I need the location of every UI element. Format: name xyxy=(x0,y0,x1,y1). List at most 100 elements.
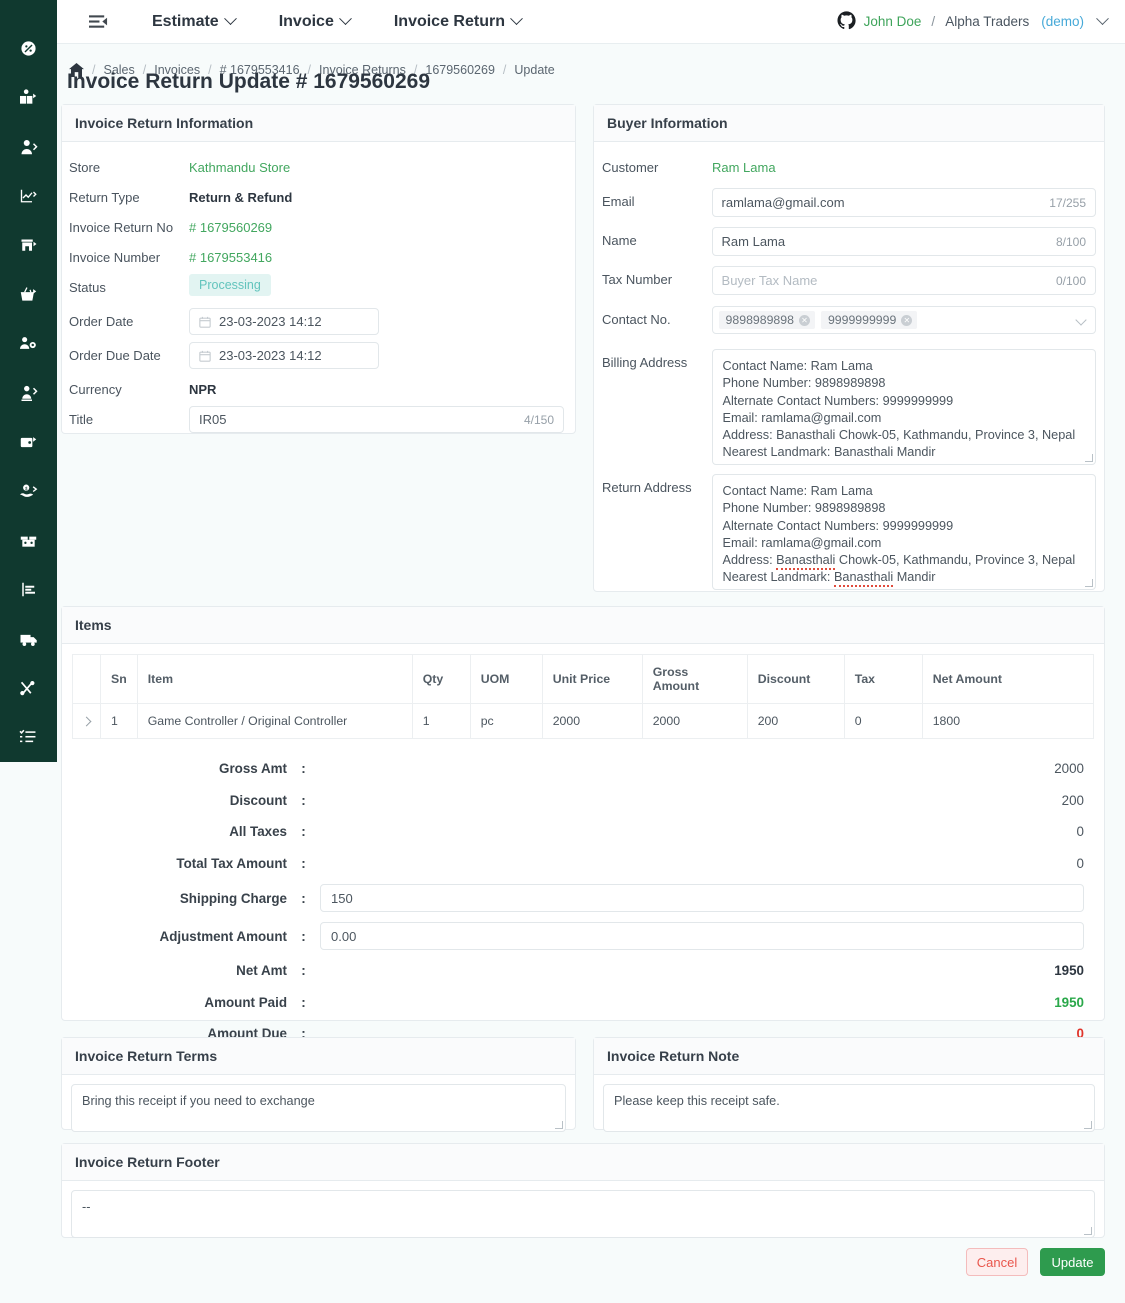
totals-label: Discount xyxy=(229,792,287,808)
sidebar-item-delivery[interactable] xyxy=(0,614,57,663)
delivery-truck-icon xyxy=(19,631,39,648)
chevron-down-icon[interactable] xyxy=(1075,314,1087,326)
email-counter: 17/255 xyxy=(1049,195,1086,210)
sidebar-item-wallet[interactable] xyxy=(0,418,57,467)
order-date-input[interactable]: 23-03-2023 14:12 xyxy=(189,308,379,335)
totals-row-discount: Discount : 200 xyxy=(72,785,1094,817)
totals-colon: : xyxy=(301,824,306,840)
totals-label: Gross Amt xyxy=(219,761,287,777)
totals-colon: : xyxy=(301,963,306,979)
order-due-date-value: 23-03-2023 14:12 xyxy=(219,348,322,363)
name-label: Name xyxy=(602,233,637,248)
nav-estimate[interactable]: Estimate xyxy=(152,12,237,31)
totals-label: Net Amt xyxy=(236,963,287,979)
analytics-icon xyxy=(20,188,38,205)
customer-icon xyxy=(20,139,38,156)
totals-row-amount-paid: Amount Paid : 1950 xyxy=(72,987,1094,1019)
sidebar-item-tasks[interactable] xyxy=(0,713,57,762)
row-gross-amount: 2000 xyxy=(641,703,748,739)
totals-row-adjustment-amount: Adjustment Amount : 0.00 xyxy=(72,917,1094,955)
totals-colon: : xyxy=(301,994,306,1010)
field-customer: Customer Ram Lama xyxy=(602,154,1096,184)
items-card: Items Sn Item Qty UOM Unit Price Gross A… xyxy=(61,606,1105,1041)
action-buttons: Cancel Update xyxy=(966,1248,1105,1276)
sidebar-item-reports[interactable] xyxy=(0,565,57,614)
items-heading: Items xyxy=(62,607,1104,644)
tax-number-placeholder: Buyer Tax Name xyxy=(721,273,818,288)
breadcrumb-separator: / xyxy=(502,63,507,77)
shipping-charge-input[interactable]: 150 xyxy=(320,884,1084,912)
title-input[interactable]: IR05 4/150 xyxy=(189,406,564,433)
order-due-date-input[interactable]: 23-03-2023 14:12 xyxy=(189,342,379,369)
contact-tag[interactable]: 9898989898 ✕ xyxy=(718,311,815,329)
page-title: Invoice Return Update # 1679560269 xyxy=(67,70,431,93)
invoice-return-terms-textarea[interactable]: Bring this receipt if you need to exchan… xyxy=(71,1084,566,1132)
breadcrumb-item-update[interactable]: Update xyxy=(514,63,554,77)
cancel-button[interactable]: Cancel xyxy=(966,1248,1028,1276)
name-input[interactable]: Ram Lama 8/100 xyxy=(711,227,1096,256)
sidebar-item-customers[interactable] xyxy=(0,122,57,171)
close-icon[interactable]: ✕ xyxy=(901,314,913,326)
invoice-return-no-value[interactable]: # 1679560269 xyxy=(189,214,272,235)
sidebar-item-inventory[interactable] xyxy=(0,516,57,565)
field-status: Status Processing xyxy=(69,274,566,308)
field-billing-address: Billing Address Contact Name: Ram Lama P… xyxy=(602,349,1096,465)
catalog-icon xyxy=(19,89,38,106)
sidebar-item-catalog[interactable] xyxy=(0,73,57,122)
sidebar-item-dashboard[interactable] xyxy=(0,24,57,73)
contact-tag-label: 9898989898 xyxy=(725,313,794,327)
invoice-return-note-textarea[interactable]: Please keep this receipt safe. xyxy=(603,1084,1095,1132)
menu-fold-icon[interactable] xyxy=(89,14,108,30)
user-menu[interactable]: John Doe / Alpha Traders (demo) xyxy=(837,10,1109,33)
invoice-number-value[interactable]: # 1679553416 xyxy=(189,244,272,265)
breadcrumb-item-return-id[interactable]: 1679560269 xyxy=(425,63,495,77)
sidebar: $ xyxy=(0,0,57,762)
billing-address-textarea[interactable]: Contact Name: Ram Lama Phone Number: 989… xyxy=(711,349,1096,465)
github-avatar-icon xyxy=(837,10,856,33)
return-type-label: Return Type xyxy=(69,190,140,205)
field-order-due-date: Order Due Date 23-03-2023 14:12 xyxy=(69,342,566,376)
totals-value: 0 xyxy=(1076,855,1084,871)
nav-invoice-return[interactable]: Invoice Return xyxy=(393,12,523,31)
update-button[interactable]: Update xyxy=(1040,1248,1105,1276)
totals-colon: : xyxy=(301,792,306,808)
sidebar-item-employees[interactable] xyxy=(0,368,57,417)
totals-row-gross-amt: Gross Amt : 2000 xyxy=(72,753,1094,785)
demo-tag: (demo) xyxy=(1041,14,1084,29)
nav-invoice[interactable]: Invoice xyxy=(279,12,352,31)
nav-estimate-label: Estimate xyxy=(152,12,219,30)
totals-value: 200 xyxy=(1061,792,1084,808)
row-qty: 1 xyxy=(411,703,471,739)
return-address-textarea[interactable]: Contact Name: Ram Lama Phone Number: 989… xyxy=(711,474,1096,590)
sidebar-item-orders[interactable] xyxy=(0,270,57,319)
chevron-down-icon xyxy=(1096,12,1109,26)
col-tax: Tax xyxy=(843,654,923,704)
tax-number-input[interactable]: Buyer Tax Name 0/100 xyxy=(711,266,1096,295)
contact-tag-label: 9999999999 xyxy=(827,313,897,327)
invoice-return-information-card: Invoice Return Information Store Kathman… xyxy=(61,104,576,434)
sidebar-item-tools[interactable] xyxy=(0,664,57,713)
nav-invoice-return-label: Invoice Return xyxy=(393,12,505,30)
invoice-number-label: Invoice Number xyxy=(69,250,161,265)
store-value[interactable]: Kathmandu Store xyxy=(189,154,290,175)
field-store: Store Kathmandu Store xyxy=(69,154,566,184)
chevron-right-icon[interactable] xyxy=(81,716,92,727)
col-qty: Qty xyxy=(411,654,471,704)
contact-no-select[interactable]: 9898989898 ✕ 9999999999 ✕ xyxy=(711,306,1096,334)
tax-number-label: Tax Number xyxy=(602,272,673,287)
row-expander-cell[interactable] xyxy=(72,703,101,739)
adjustment-amount-input[interactable]: 0.00 xyxy=(320,922,1084,950)
contact-tag[interactable]: 9999999999 ✕ xyxy=(820,311,918,329)
customer-value[interactable]: Ram Lama xyxy=(712,154,776,175)
top-header: Estimate Invoice Invoice Return John Doe… xyxy=(57,0,1125,44)
return-address-line: Phone Number: 9898989898 xyxy=(722,501,886,516)
order-date-value: 23-03-2023 14:12 xyxy=(219,314,322,329)
sidebar-item-user-settings[interactable] xyxy=(0,319,57,368)
sidebar-item-stores[interactable] xyxy=(0,221,57,270)
invoice-return-footer-textarea[interactable]: -- xyxy=(71,1190,1095,1238)
col-gross-amount: Gross Amount xyxy=(641,654,748,704)
sidebar-item-payments[interactable]: $ xyxy=(0,467,57,516)
close-icon[interactable]: ✕ xyxy=(798,314,810,326)
sidebar-item-analytics[interactable] xyxy=(0,172,57,221)
email-input[interactable]: ramlama@gmail.com 17/255 xyxy=(711,188,1096,217)
